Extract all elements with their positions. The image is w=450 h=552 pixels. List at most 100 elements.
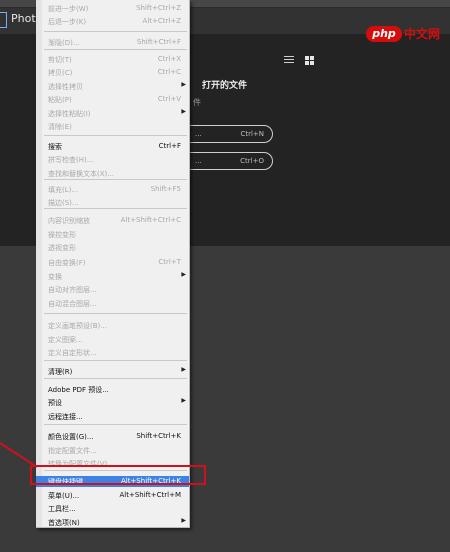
submenu-arrow-icon: ▶ <box>181 366 186 373</box>
submenu-arrow-icon: ▶ <box>181 81 186 88</box>
watermark-text: 中文网 <box>404 27 441 41</box>
grid-view-icon[interactable] <box>305 56 314 65</box>
menu-item: 定义画笔预设(B)... <box>36 320 189 331</box>
menu-separator <box>44 208 187 209</box>
menu-item-label: 渐隐(D)... <box>48 39 80 47</box>
submenu-arrow-icon: ▶ <box>181 397 186 404</box>
menu-item-label: 剪切(T) <box>48 56 72 64</box>
menu-item-label: 拷贝(C) <box>48 69 73 77</box>
menu-item-shortcut: Alt+Shift+Ctrl+M <box>119 491 181 499</box>
menu-item-label: 填充(L)... <box>48 186 79 194</box>
menu-item-label: 定义画笔预设(B)... <box>48 322 107 330</box>
menu-item: 选择性拷贝 ▶ <box>36 81 189 92</box>
menu-separator <box>44 424 187 425</box>
recent-files-heading: 打开的文件 <box>202 81 248 91</box>
open-file-button[interactable]: ... Ctrl+O <box>180 152 273 170</box>
new-file-button[interactable]: ... Ctrl+N <box>180 125 273 143</box>
menu-item-shortcut: Ctrl+V <box>157 95 181 103</box>
menu-item: 剪切(T) Ctrl+X <box>36 54 189 65</box>
menu-item-shortcut: Ctrl+F <box>158 142 181 150</box>
menu-item-label: 查找和替换文本(X)... <box>48 170 114 178</box>
menu-item-label: 拼写检查(H)... <box>48 156 94 164</box>
menu-item: 填充(L)... Shift+F5 <box>36 184 189 195</box>
menu-item: 自动对齐图层... <box>36 284 189 295</box>
menu-item-label: 工具栏... <box>48 505 76 513</box>
menu-item-shortcut: Ctrl+T <box>158 258 181 266</box>
edit-menu: 前进一步(W) Shift+Ctrl+Z 后退一步(K) Alt+Ctrl+Z 渐隐(D… <box>36 0 190 528</box>
menu-item-label: 定义自定形状... <box>48 349 97 357</box>
menu-item[interactable]: 工具栏... <box>36 503 189 514</box>
menu-item[interactable]: 清理(R) ▶ <box>36 366 189 377</box>
menu-item: 查找和替换文本(X)... <box>36 168 189 179</box>
menu-item-label: 清除(E) <box>48 123 72 131</box>
menu-item: 自由变换(F) Ctrl+T <box>36 257 189 268</box>
watermark: php 中文网 <box>366 26 446 44</box>
menu-separator <box>44 49 187 50</box>
open-file-label: ... <box>195 157 202 165</box>
menu-item-label: 前进一步(W) <box>48 5 89 13</box>
menu-item-shortcut: Ctrl+X <box>157 55 181 63</box>
menu-item-shortcut: Ctrl+C <box>157 68 181 76</box>
menu-item-label: 选择性粘贴(I) <box>48 110 91 118</box>
menu-item-label: 搜索 <box>48 143 62 151</box>
menu-item: 操控变形 <box>36 229 189 240</box>
menu-item-label: 颜色设置(G)... <box>48 433 94 441</box>
menu-item: 前进一步(W) Shift+Ctrl+Z <box>36 3 189 14</box>
menu-item[interactable]: 搜索 Ctrl+F <box>36 141 189 152</box>
menu-separator <box>44 313 187 314</box>
menu-item-shortcut: Shift+Ctrl+F <box>136 38 181 46</box>
menu-item: 渐隐(D)... Shift+Ctrl+F <box>36 37 189 48</box>
menu-item-label: 远程连接... <box>48 413 83 421</box>
menu-item-label: 定义图案... <box>48 336 83 344</box>
menu-item-label: 预设 <box>48 399 62 407</box>
menu-item: 拼写检查(H)... <box>36 154 189 165</box>
menu-item[interactable]: 预设 ▶ <box>36 397 189 408</box>
app-icon <box>0 12 7 28</box>
submenu-arrow-icon: ▶ <box>181 271 186 278</box>
submenu-arrow-icon: ▶ <box>181 108 186 115</box>
menu-item-label: 选择性拷贝 <box>48 83 83 91</box>
menu-item: 后退一步(K) Alt+Ctrl+Z <box>36 16 189 27</box>
menu-item-label: 指定配置文件... <box>48 447 97 455</box>
menu-item[interactable]: 菜单(U)... Alt+Shift+Ctrl+M <box>36 490 189 501</box>
menu-item-label: 菜单(U)... <box>48 492 80 500</box>
menu-item-label: 自动混合图层... <box>48 300 97 308</box>
menu-item[interactable]: 颜色设置(G)... Shift+Ctrl+K <box>36 431 189 442</box>
menu-item-label: 清理(R) <box>48 368 73 376</box>
menu-separator <box>44 135 187 136</box>
menu-item: 选择性粘贴(I) ▶ <box>36 108 189 119</box>
menu-item-label: 后退一步(K) <box>48 18 87 26</box>
menu-item-label: 变换 <box>48 273 62 281</box>
menu-item[interactable]: 首选项(N) ▶ <box>36 517 189 528</box>
menu-separator <box>44 360 187 361</box>
annotation-highlight-box <box>30 465 206 485</box>
new-file-shortcut: Ctrl+N <box>240 130 264 138</box>
menu-item-label: 内容识别缩放 <box>48 217 90 225</box>
menu-item-label: 描边(S)... <box>48 199 79 207</box>
open-file-shortcut: Ctrl+O <box>240 157 264 165</box>
menu-item-label: 操控变形 <box>48 231 76 239</box>
recent-files-subtext: 件 <box>193 98 201 107</box>
menu-item: 定义图案... <box>36 334 189 345</box>
watermark-badge: php <box>366 26 402 42</box>
menu-item: 指定配置文件... <box>36 445 189 456</box>
menu-item: 描边(S)... <box>36 197 189 208</box>
new-file-label: ... <box>195 130 202 138</box>
menu-item: 粘贴(P) Ctrl+V <box>36 94 189 105</box>
menu-item-shortcut: Shift+Ctrl+Z <box>136 4 181 12</box>
list-view-icon[interactable] <box>284 56 294 65</box>
menu-item-label: Adobe PDF 预设... <box>48 386 109 394</box>
submenu-arrow-icon: ▶ <box>181 517 186 524</box>
menu-item[interactable]: 远程连接... <box>36 411 189 422</box>
menu-separator <box>44 378 187 379</box>
menu-item-label: 自动对齐图层... <box>48 286 97 294</box>
menu-item-shortcut: Alt+Shift+Ctrl+C <box>120 216 181 224</box>
menu-item: 自动混合图层... <box>36 298 189 309</box>
menu-item: 拷贝(C) Ctrl+C <box>36 67 189 78</box>
menu-item[interactable]: Adobe PDF 预设... <box>36 384 189 395</box>
menu-item-label: 首选项(N) <box>48 519 80 527</box>
menu-item-shortcut: Shift+Ctrl+K <box>136 432 181 440</box>
menu-item-label: 粘贴(P) <box>48 96 72 104</box>
menu-item-label: 自由变换(F) <box>48 259 86 267</box>
menu-item: 内容识别缩放 Alt+Shift+Ctrl+C <box>36 215 189 226</box>
